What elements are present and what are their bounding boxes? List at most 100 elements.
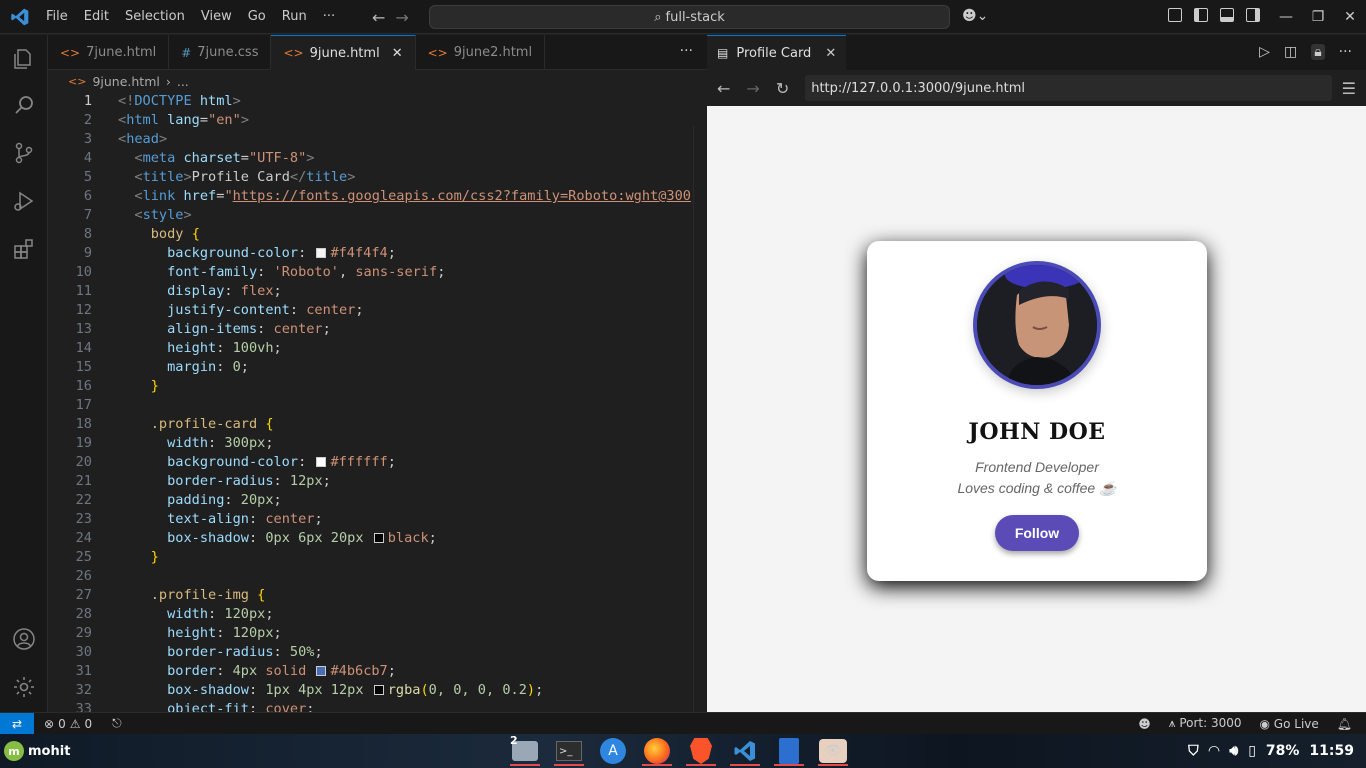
code-line[interactable]: 15 margin: 0; — [48, 358, 707, 377]
menu-item-edit[interactable]: Edit — [76, 9, 117, 24]
customize-layout-icon[interactable] — [1168, 8, 1182, 22]
code-line[interactable]: 27 .profile-img { — [48, 586, 707, 605]
software-manager-icon[interactable]: A — [596, 736, 630, 766]
copilot-icon[interactable]: ☻⌄ — [962, 8, 988, 24]
firefox-icon[interactable] — [640, 736, 674, 766]
follow-button[interactable]: Follow — [995, 515, 1079, 551]
code-line[interactable]: 23 text-align: center; — [48, 510, 707, 529]
more-actions-icon[interactable]: ··· — [1339, 44, 1352, 60]
run-icon[interactable]: ▷ — [1259, 44, 1270, 60]
reload-icon[interactable]: ↻ — [776, 79, 789, 98]
code-line[interactable]: 14 height: 100vh; — [48, 339, 707, 358]
code-line[interactable]: 31 border: 4px solid #4b6cb7; — [48, 662, 707, 681]
code-line[interactable]: 33 object-fit: cover; — [48, 700, 707, 712]
eye-app-icon[interactable]: 👁︎ — [816, 736, 850, 766]
toggle-panel-icon[interactable] — [1220, 8, 1234, 22]
tab-9june-html[interactable]: <> 9june.html ✕ — [271, 35, 416, 70]
toggle-secondary-sidebar-icon[interactable] — [1246, 8, 1260, 22]
code-line[interactable]: 19 width: 300px; — [48, 434, 707, 453]
code-line[interactable]: 5 <title>Profile Card</title> — [48, 168, 707, 187]
search-sidebar-icon[interactable] — [10, 91, 38, 119]
explorer-icon[interactable] — [10, 45, 38, 73]
remote-icon[interactable]: ⇄ — [0, 712, 34, 735]
url-input[interactable]: http://127.0.0.1:3000/9june.html — [805, 75, 1333, 101]
code-line[interactable]: 29 height: 120px; — [48, 624, 707, 643]
wifi-icon[interactable]: ◠ — [1209, 743, 1220, 759]
code-line[interactable]: 6 <link href="https://fonts.googleapis.c… — [48, 187, 707, 206]
breadcrumb-file[interactable]: 9june.html — [92, 74, 159, 89]
code-line[interactable]: 12 justify-content: center; — [48, 301, 707, 320]
code-line[interactable]: 1 <!DOCTYPE html> — [48, 92, 707, 111]
start-menu[interactable]: m mohit — [4, 741, 70, 761]
code-line[interactable]: 18 .profile-card { — [48, 415, 707, 434]
bell-icon[interactable]: 🔔︎ — [1337, 717, 1352, 731]
vscode-logo-icon[interactable] — [10, 7, 30, 27]
menu-item-more[interactable]: ··· — [315, 9, 343, 24]
lock-icon[interactable]: 🔒︎ — [1311, 44, 1325, 60]
code-line[interactable]: 28 width: 120px; — [48, 605, 707, 624]
code-line[interactable]: 20 background-color: #ffffff; — [48, 453, 707, 472]
tab-7june-html[interactable]: <> 7june.html — [48, 35, 170, 70]
extensions-icon[interactable] — [10, 235, 38, 263]
code-editor[interactable]: 1 <!DOCTYPE html> 2 <html lang="en"> 3 <head>… — [48, 92, 707, 712]
forward-arrow-icon[interactable]: → — [395, 8, 408, 27]
code-line[interactable]: 17 — [48, 396, 707, 415]
code-line[interactable]: 11 display: flex; — [48, 282, 707, 301]
go-live-button[interactable]: ◉ Go Live — [1260, 717, 1319, 731]
command-center-search[interactable]: ⌕ full-stack — [429, 5, 950, 29]
run-debug-icon[interactable] — [10, 187, 38, 215]
port-indicator[interactable]: ⩚ Port: 3000 — [1169, 716, 1242, 731]
restore-icon[interactable]: ❐ — [1302, 9, 1334, 25]
broadcast-icon[interactable]: ⎋ — [112, 716, 122, 731]
minimize-icon[interactable]: — — [1270, 9, 1302, 25]
problems-indicator[interactable]: ⊗ 0 ⚠ 0 — [44, 717, 92, 731]
code-line[interactable]: 30 border-radius: 50%; — [48, 643, 707, 662]
more-actions-icon[interactable]: ··· — [680, 43, 693, 59]
code-line[interactable]: 4 <meta charset="UTF-8"> — [48, 149, 707, 168]
vscode-taskbar-icon[interactable] — [728, 736, 762, 766]
source-control-icon[interactable] — [10, 139, 38, 167]
code-line[interactable]: 24 box-shadow: 0px 6px 20px black; — [48, 529, 707, 548]
copilot-status-icon[interactable]: ☻ — [1138, 717, 1151, 731]
shield-icon[interactable]: ⛉ — [1188, 743, 1199, 759]
code-line[interactable]: 13 align-items: center; — [48, 320, 707, 339]
battery-icon[interactable]: ▯ — [1248, 743, 1256, 759]
tab-7june-css[interactable]: #7june.css — [169, 35, 272, 70]
close-icon[interactable]: ✕ — [1334, 9, 1366, 25]
menu-icon[interactable]: ☰ — [1342, 79, 1356, 98]
clock[interactable]: 11:59 — [1309, 743, 1354, 759]
toggle-primary-sidebar-icon[interactable] — [1194, 8, 1208, 22]
code-line[interactable]: 21 border-radius: 12px; — [48, 472, 707, 491]
file-manager-icon[interactable]: 2 — [508, 734, 542, 766]
code-line[interactable]: 8 body { — [48, 225, 707, 244]
back-icon[interactable]: ← — [717, 79, 730, 98]
menu-item-file[interactable]: File — [38, 9, 76, 24]
forward-icon[interactable]: → — [746, 79, 759, 98]
settings-gear-icon[interactable] — [10, 673, 38, 701]
menu-item-go[interactable]: Go — [240, 9, 274, 24]
code-line[interactable]: 7 <style> — [48, 206, 707, 225]
volume-icon[interactable]: 🔊︎ — [1229, 743, 1238, 759]
menu-item-run[interactable]: Run — [274, 9, 315, 24]
tab-profile-card[interactable]: ▤ Profile Card ✕ — [707, 35, 847, 70]
close-tab-icon[interactable]: ✕ — [392, 46, 403, 61]
code-line[interactable]: 10 font-family: 'Roboto', sans-serif; — [48, 263, 707, 282]
code-line[interactable]: 26 — [48, 567, 707, 586]
split-editor-icon[interactable]: ◫ — [1284, 44, 1297, 60]
menu-item-view[interactable]: View — [193, 9, 240, 24]
code-line[interactable]: 25 } — [48, 548, 707, 567]
back-arrow-icon[interactable]: ← — [372, 8, 385, 27]
accounts-icon[interactable] — [10, 625, 38, 653]
brave-icon[interactable] — [684, 736, 718, 766]
close-tab-icon[interactable]: ✕ — [825, 46, 836, 61]
code-line[interactable]: 2 <html lang="en"> — [48, 111, 707, 130]
tab-9june2-html[interactable]: <> 9june2.html — [416, 35, 546, 70]
menu-item-selection[interactable]: Selection — [117, 9, 193, 24]
text-editor-icon[interactable] — [772, 736, 806, 766]
breadcrumb-rest[interactable]: ... — [177, 74, 189, 89]
code-line[interactable]: 9 background-color: #f4f4f4; — [48, 244, 707, 263]
code-line[interactable]: 16 } — [48, 377, 707, 396]
code-line[interactable]: 22 padding: 20px; — [48, 491, 707, 510]
code-line[interactable]: 3 <head> — [48, 130, 707, 149]
code-line[interactable]: 32 box-shadow: 1px 4px 12px rgba(0, 0, 0… — [48, 681, 707, 700]
